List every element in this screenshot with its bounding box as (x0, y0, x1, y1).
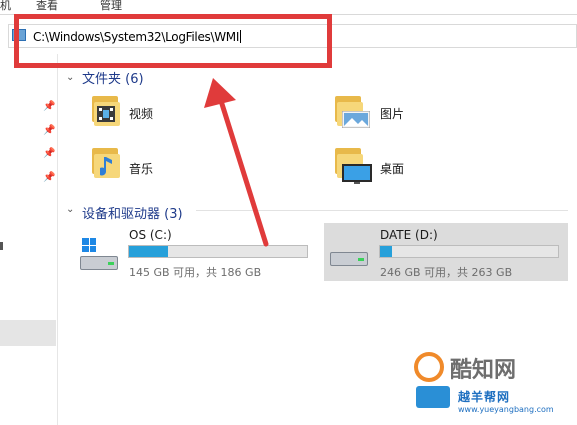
ribbon-tab-view[interactable]: 查看 (36, 0, 58, 12)
ribbon-tab-partial[interactable]: 机 (0, 0, 11, 12)
nav-item-selected[interactable] (0, 320, 56, 346)
folder-label-videos[interactable]: 视频 (129, 105, 153, 122)
pictures-folder-icon[interactable] (335, 96, 370, 128)
drive-d-free-text: 246 GB 可用，共 263 GB (380, 266, 513, 279)
windows-logo-icon (82, 238, 96, 252)
pin-icon[interactable]: 📌 (43, 125, 55, 136)
folders-section-heading[interactable]: 文件夹 (6) (82, 68, 144, 87)
chevron-down-icon[interactable]: ⌄ (66, 72, 74, 83)
folder-label-pictures[interactable]: 图片 (380, 105, 404, 122)
annotation-highlight-box (14, 14, 332, 68)
ribbon-tab-manage[interactable]: 管理 (100, 0, 122, 12)
ribbon (0, 0, 577, 15)
folder-label-music[interactable]: 音乐 (129, 160, 153, 177)
chevron-down-icon[interactable]: ⌄ (66, 204, 74, 215)
pin-icon[interactable]: 📌 (43, 172, 55, 183)
watermark-logo-icon (414, 352, 444, 382)
desktop-folder-icon[interactable] (335, 148, 372, 184)
pin-icon[interactable]: 📌 (43, 148, 55, 159)
drive-c-free-text: 145 GB 可用，共 186 GB (129, 266, 262, 279)
drive-c-usage-fill (129, 246, 169, 257)
drive-d-usage-bar (379, 245, 559, 258)
devices-section-heading[interactable]: 设备和驱动器 (3) (82, 203, 183, 222)
drive-d-usage-fill (380, 246, 392, 257)
nav-item-partial[interactable] (0, 242, 3, 250)
drive-c-name[interactable]: OS (C:) (129, 228, 172, 242)
music-folder-icon[interactable] (92, 148, 120, 178)
watermark-url: www.yueyangbang.com (458, 405, 554, 414)
video-folder-icon[interactable] (92, 96, 120, 126)
folder-label-desktop[interactable]: 桌面 (380, 160, 404, 177)
watermark-badge-icon (416, 386, 450, 408)
watermark-brand: 酷知网 (450, 358, 517, 383)
pin-icon[interactable]: 📌 (43, 101, 55, 112)
watermark-sub-brand: 越羊帮网 (458, 390, 511, 404)
section-divider (196, 210, 568, 211)
drive-d-name[interactable]: DATE (D:) (380, 228, 438, 242)
drive-c-usage-bar (128, 245, 308, 258)
